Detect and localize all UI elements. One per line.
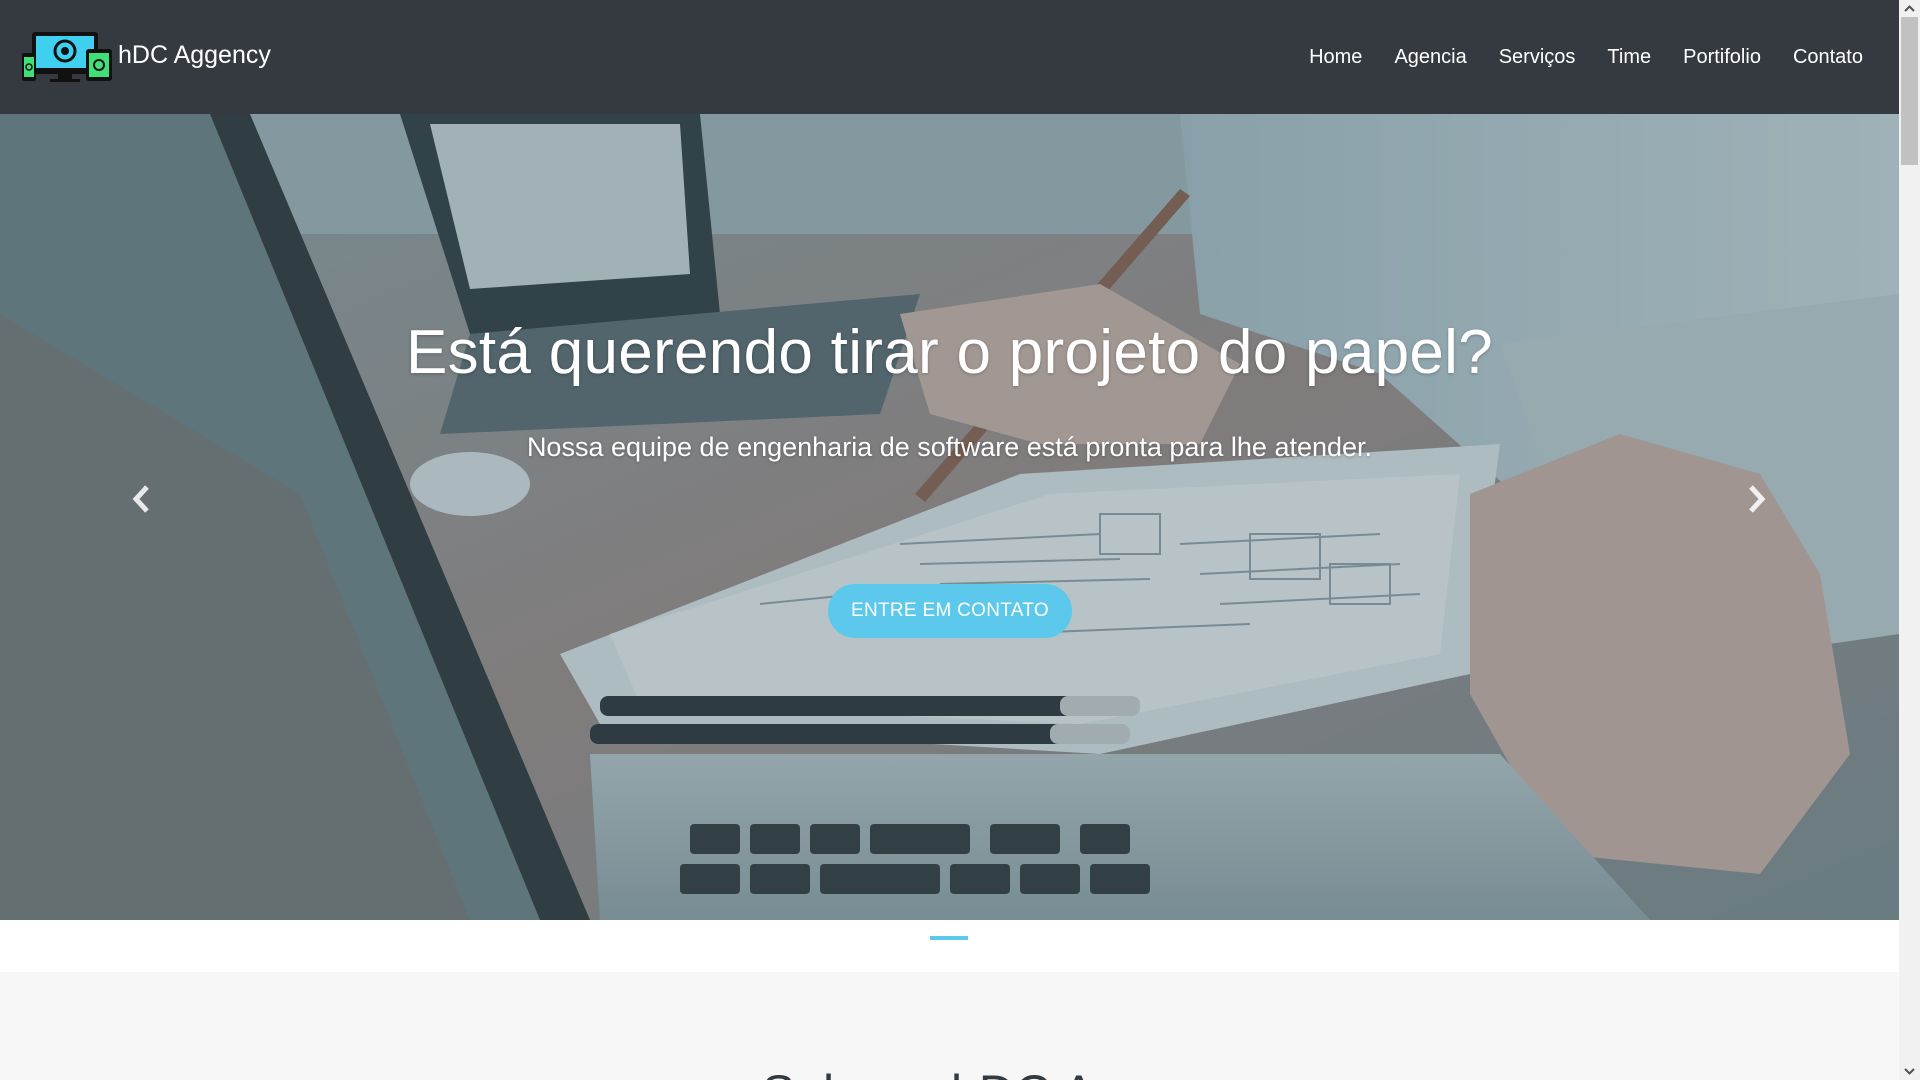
nav-link-servicos[interactable]: Serviços [1499,46,1576,69]
devices-logo-icon [22,32,112,82]
arrow-up-icon [1904,5,1915,12]
carousel-prev-button[interactable] [122,469,162,529]
hero-subtitle: Nossa equipe de engenharia de software e… [526,432,1373,462]
navbar: hDC Aggency Home Agencia Serviços Time P… [0,0,1899,114]
hero-content: Está querendo tirar o projeto do papel? … [0,114,1899,920]
carousel-indicator-active[interactable] [930,936,968,940]
chevron-left-icon [132,485,149,513]
nav-link-contato[interactable]: Contato [1793,46,1863,69]
hero-title: Está querendo tirar o projeto do papel? [405,318,1494,387]
nav-link-home[interactable]: Home [1309,46,1362,69]
chevron-right-icon [1749,485,1766,513]
page: hDC Aggency Home Agencia Serviços Time P… [0,0,1899,1080]
brand[interactable]: hDC Aggency [20,29,271,85]
scroll-down-button[interactable] [1899,1063,1920,1080]
carousel-indicators [0,920,1899,972]
nav-links: Home Agencia Serviços Time Portifolio Co… [1277,46,1863,69]
contact-cta-button[interactable]: ENTRE EM CONTATO [828,584,1072,638]
brand-name: hDC Aggency [118,40,271,69]
scroll-thumb[interactable] [1901,17,1918,165]
about-section: Sobre a hDC A... [0,972,1899,1080]
scroll-up-button[interactable] [1899,0,1920,17]
nav-link-time[interactable]: Time [1607,46,1651,69]
about-section-title: Sobre a hDC A... [0,1064,1899,1080]
carousel-next-button[interactable] [1736,469,1776,529]
nav-link-portifolio[interactable]: Portifolio [1683,46,1761,69]
page-scrollbar[interactable] [1899,0,1920,1080]
arrow-down-icon [1904,1068,1915,1075]
nav-link-agencia[interactable]: Agencia [1394,46,1466,69]
hero-carousel: Está querendo tirar o projeto do papel? … [0,114,1899,920]
